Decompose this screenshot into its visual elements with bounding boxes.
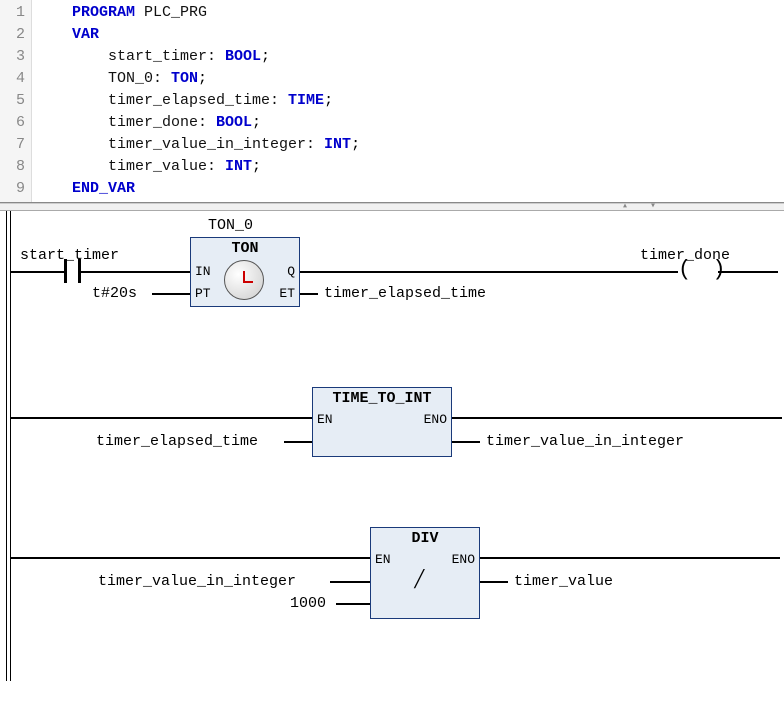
contact-label: start_timer — [20, 247, 119, 264]
clock-icon — [224, 260, 264, 300]
ton-pin-pt: PT — [195, 286, 211, 301]
tti-pin-en: EN — [317, 412, 333, 427]
pt-value: t#20s — [92, 285, 137, 302]
ladder-diagram[interactable]: TON_0 TON IN Q PT ET start_timer t#20s (… — [0, 211, 784, 681]
div-output: timer_value — [514, 573, 613, 590]
ton-title: TON — [191, 238, 299, 259]
div-pin-en: EN — [375, 552, 391, 567]
div-in2: 1000 — [290, 595, 326, 612]
power-rail — [6, 211, 7, 681]
ton-pin-in: IN — [195, 264, 211, 279]
code-area[interactable]: PROGRAM PLC_PRG VAR start_timer: BOOL; T… — [32, 0, 784, 202]
power-rail-2 — [10, 211, 11, 681]
div-block[interactable]: DIV EN ENO / — [370, 527, 480, 619]
ton-pin-et: ET — [279, 286, 295, 301]
ton-block[interactable]: TON IN Q PT ET — [190, 237, 300, 307]
tti-input: timer_elapsed_time — [96, 433, 258, 450]
div-pin-eno: ENO — [452, 552, 475, 567]
line-gutter: 1 2 3 4 5 6 7 8 9 — [0, 0, 32, 202]
tti-title: TIME_TO_INT — [313, 388, 451, 409]
time-to-int-block[interactable]: TIME_TO_INT EN ENO — [312, 387, 452, 457]
ton-instance-label: TON_0 — [208, 217, 253, 234]
et-output: timer_elapsed_time — [324, 285, 486, 302]
tti-output: timer_value_in_integer — [486, 433, 684, 450]
divide-icon: / — [415, 564, 423, 596]
div-title: DIV — [371, 528, 479, 549]
splitter[interactable] — [0, 203, 784, 211]
coil-label: timer_done — [640, 247, 730, 264]
ton-pin-q: Q — [287, 264, 295, 279]
tti-pin-eno: ENO — [424, 412, 447, 427]
code-editor[interactable]: 1 2 3 4 5 6 7 8 9 PROGRAM PLC_PRG VAR st… — [0, 0, 784, 203]
div-in1: timer_value_in_integer — [98, 573, 296, 590]
